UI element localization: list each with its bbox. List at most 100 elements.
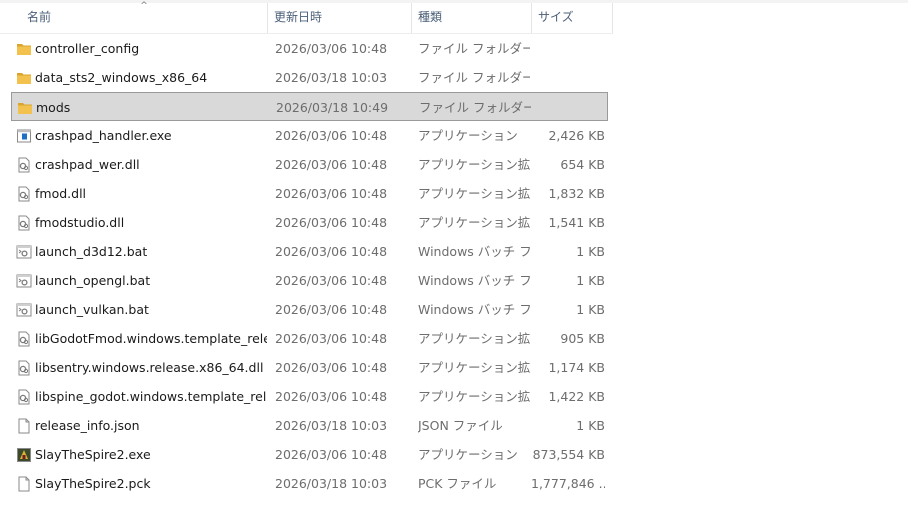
dll-icon — [16, 215, 32, 231]
file-size — [532, 93, 606, 122]
file-size: 2,426 KB — [548, 128, 605, 143]
file-size: 1 KB — [576, 418, 605, 433]
column-header-type[interactable]: 種類 — [412, 3, 532, 33]
exe-icon — [16, 128, 32, 144]
file-type: ファイル フォルダー — [418, 70, 530, 85]
file-name: data_sts2_windows_x86_64 — [35, 70, 208, 85]
file-date-modified: 2026/03/06 10:48 — [275, 360, 388, 375]
file-date-modified: 2026/03/06 10:48 — [275, 157, 388, 172]
file-name: launch_vulkan.bat — [35, 302, 149, 317]
file-size: 1 KB — [576, 302, 605, 317]
file-size: 1,832 KB — [548, 186, 605, 201]
file-row[interactable]: data_sts2_windows_x86_64 2026/03/18 10:03… — [11, 63, 608, 92]
file-type: Windows バッチ ファ... — [418, 273, 530, 288]
bat-icon — [16, 273, 32, 289]
sort-ascending-icon: ^ — [140, 1, 148, 11]
dll-icon — [16, 389, 32, 405]
file-name: libspine_godot.windows.template_releas..… — [35, 389, 267, 404]
file-type: ファイル フォルダー — [419, 100, 531, 115]
file-type: ファイル フォルダー — [418, 41, 530, 56]
file-row[interactable]: SlayTheSpire2.pck 2026/03/18 10:03 PCK ファイ… — [11, 469, 608, 498]
file-type: アプリケーション拡張 — [418, 360, 530, 375]
dll-icon — [16, 186, 32, 202]
file-type: アプリケーション拡張 — [418, 331, 530, 346]
bat-icon — [16, 302, 32, 318]
bat-icon — [16, 244, 32, 260]
file-date-modified: 2026/03/18 10:03 — [275, 70, 388, 85]
file-date-modified: 2026/03/18 10:49 — [276, 100, 389, 115]
folder-icon — [16, 70, 32, 86]
file-name: SlayTheSpire2.pck — [35, 476, 151, 491]
file-row[interactable]: launch_vulkan.bat 2026/03/06 10:48 Windows… — [11, 295, 608, 324]
file-name: SlayTheSpire2.exe — [35, 447, 151, 462]
file-size: 905 KB — [560, 331, 605, 346]
file-size: 1,541 KB — [548, 215, 605, 230]
file-name: libsentry.windows.release.x86_64.dll — [35, 360, 264, 375]
file-row[interactable]: release_info.json 2026/03/18 10:03 JSON ファ… — [11, 411, 608, 440]
file-name: fmod.dll — [35, 186, 87, 201]
file-name: crashpad_handler.exe — [35, 128, 172, 143]
file-row[interactable]: crashpad_wer.dll 2026/03/06 10:48 アプリケーション… — [11, 150, 608, 179]
file-date-modified: 2026/03/06 10:48 — [275, 331, 388, 346]
file-date-modified: 2026/03/06 10:48 — [275, 389, 388, 404]
file-row[interactable]: controller_config 2026/03/06 10:48 ファイル フォ… — [11, 34, 608, 63]
file-type: Windows バッチ ファ... — [418, 302, 530, 317]
file-date-modified: 2026/03/06 10:48 — [275, 186, 388, 201]
game-exe-icon — [16, 447, 32, 463]
column-header-bar: 名前 更新日時 種類 サイズ — [0, 3, 613, 34]
file-row[interactable]: libspine_godot.windows.template_releas..… — [11, 382, 608, 411]
file-row[interactable]: SlayTheSpire2.exe 2026/03/06 10:48 アプリケーショ… — [11, 440, 608, 469]
file-type: アプリケーション拡張 — [418, 186, 530, 201]
file-row[interactable]: launch_opengl.bat 2026/03/06 10:48 Windows… — [11, 266, 608, 295]
file-type: アプリケーション — [418, 128, 518, 143]
dll-icon — [16, 360, 32, 376]
file-type: アプリケーション拡張 — [418, 389, 530, 404]
file-row[interactable]: fmodstudio.dll 2026/03/06 10:48 アプリケーション拡張… — [11, 208, 608, 237]
file-size: 873,554 KB — [532, 447, 605, 462]
file-row-selected[interactable]: mods 2026/03/18 10:49 ファイル フォルダー — [11, 92, 608, 121]
file-date-modified: 2026/03/18 10:03 — [275, 418, 388, 433]
file-date-modified: 2026/03/06 10:48 — [275, 128, 388, 143]
file-date-modified: 2026/03/06 10:48 — [275, 273, 388, 288]
dll-icon — [16, 157, 32, 173]
file-date-modified: 2026/03/06 10:48 — [275, 447, 388, 462]
file-name: release_info.json — [35, 418, 140, 433]
file-name: launch_d3d12.bat — [35, 244, 148, 259]
file-size: 1 KB — [576, 273, 605, 288]
file-date-modified: 2026/03/06 10:48 — [275, 244, 388, 259]
folder-icon — [17, 100, 33, 116]
file-date-modified: 2026/03/18 10:03 — [275, 476, 388, 491]
file-name: mods — [36, 100, 71, 115]
file-row[interactable]: launch_d3d12.bat 2026/03/06 10:48 Windows … — [11, 237, 608, 266]
file-date-modified: 2026/03/06 10:48 — [275, 41, 388, 56]
file-type: JSON ファイル — [418, 418, 503, 433]
file-type: アプリケーション拡張 — [418, 157, 530, 172]
file-date-modified: 2026/03/06 10:48 — [275, 302, 388, 317]
file-size: 1,422 KB — [548, 389, 605, 404]
file-explorer-view: 名前 更新日時 種類 サイズ ^ controller_config 2026/0… — [0, 0, 908, 532]
file-name: launch_opengl.bat — [35, 273, 151, 288]
dll-icon — [16, 331, 32, 347]
file-size — [531, 34, 605, 63]
document-icon — [16, 476, 32, 492]
folder-icon — [16, 41, 32, 57]
file-row[interactable]: libsentry.windows.release.x86_64.dll 2026… — [11, 353, 608, 382]
file-row[interactable]: libGodotFmod.windows.template_release...… — [11, 324, 608, 353]
file-type: アプリケーション — [418, 447, 518, 462]
file-name: controller_config — [35, 41, 140, 56]
file-size: 1,777,846 ... — [531, 476, 605, 491]
column-header-size[interactable]: サイズ — [532, 3, 613, 33]
file-date-modified: 2026/03/06 10:48 — [275, 215, 388, 230]
file-name: libGodotFmod.windows.template_release... — [35, 331, 267, 346]
column-header-date-modified[interactable]: 更新日時 — [268, 3, 412, 33]
file-size: 654 KB — [560, 157, 605, 172]
file-row[interactable]: crashpad_handler.exe 2026/03/06 10:48 アプリケ… — [11, 121, 608, 150]
file-name: fmodstudio.dll — [35, 215, 125, 230]
file-type: PCK ファイル — [418, 476, 497, 491]
file-name: crashpad_wer.dll — [35, 157, 140, 172]
file-size — [531, 63, 605, 92]
file-size: 1,174 KB — [548, 360, 605, 375]
file-type: アプリケーション拡張 — [418, 215, 530, 230]
document-icon — [16, 418, 32, 434]
file-row[interactable]: fmod.dll 2026/03/06 10:48 アプリケーション拡張 1,832 … — [11, 179, 608, 208]
